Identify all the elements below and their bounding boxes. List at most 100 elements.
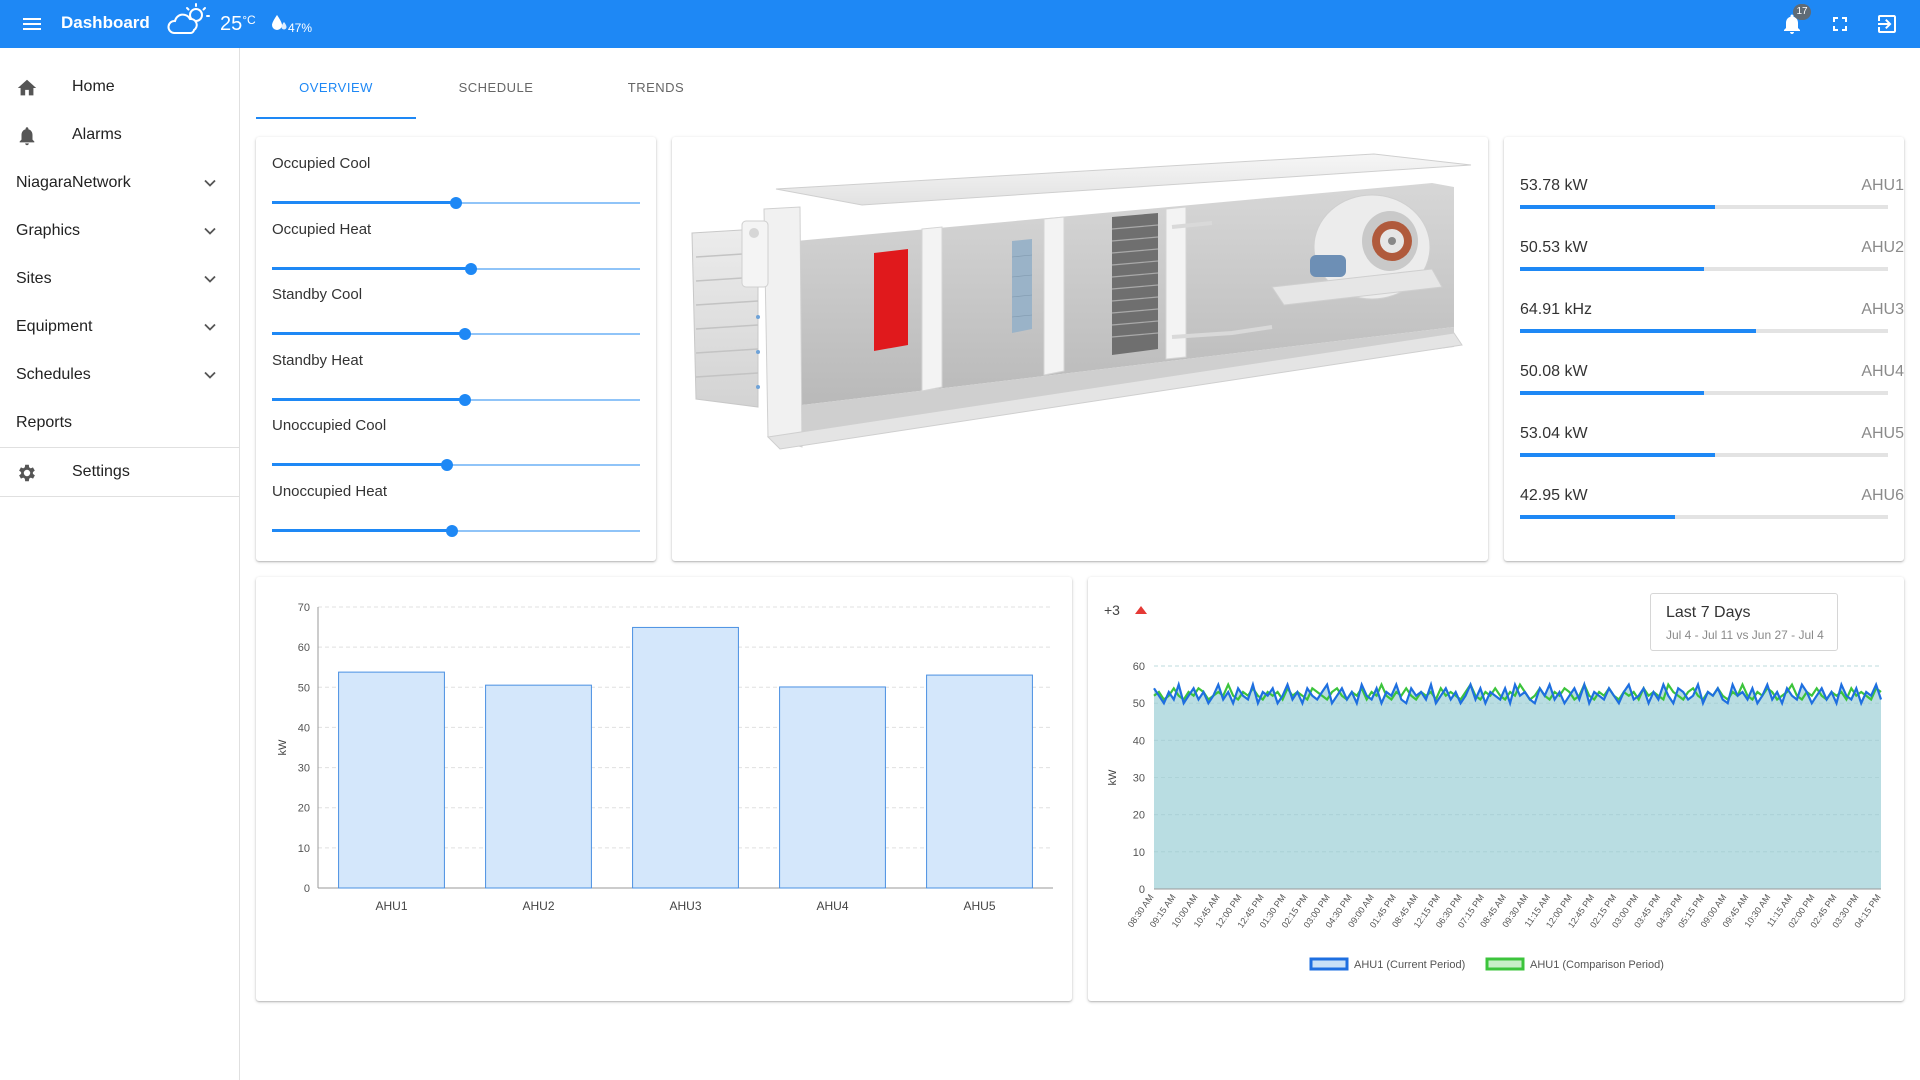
ahu-meter-fill — [1520, 391, 1704, 395]
logout-icon[interactable] — [1875, 12, 1899, 36]
ahu-meter: 53.78 kW AHU1 — [1520, 177, 1904, 227]
slider-thumb[interactable] — [440, 459, 453, 471]
setpoint-label: Occupied Heat — [272, 220, 372, 238]
ahu-meter: 50.53 kW AHU2 — [1520, 239, 1904, 289]
slider-thumb[interactable] — [459, 393, 472, 406]
sidebar-item-label: Sites — [16, 270, 52, 287]
tab-schedule[interactable]: SCHEDULE — [416, 80, 576, 110]
chevron-down-icon — [204, 371, 216, 379]
menu-icon[interactable] — [20, 12, 44, 36]
ahu-meter-name: AHU5 — [1861, 425, 1904, 442]
setpoint-slider[interactable] — [272, 392, 640, 408]
tab-overview[interactable]: OVERVIEW — [256, 80, 416, 110]
ahu-meter-fill — [1520, 205, 1716, 209]
home-icon — [17, 79, 37, 96]
ahu-meter-value: 53.04 kW — [1520, 425, 1588, 442]
fullscreen-icon[interactable] — [1828, 12, 1852, 36]
date-range-picker[interactable]: Last 7 Days Jul 4 - Jul 11 vs Jun 27 - J… — [1650, 593, 1838, 651]
ahu-meter-value: 42.95 kW — [1520, 487, 1588, 504]
partly-cloudy-icon — [167, 3, 210, 34]
sidebar-item-home[interactable]: Home — [0, 63, 240, 111]
slider-thumb[interactable] — [464, 262, 477, 275]
y-tick-label: 0 — [304, 883, 310, 895]
slider-track — [272, 528, 452, 532]
y-tick-label: 70 — [298, 602, 310, 614]
sidebar-item-label: Graphics — [16, 222, 81, 239]
y-tick-label: 50 — [298, 682, 310, 694]
slider-track — [272, 266, 471, 270]
sidebar-item-label: Home — [72, 78, 115, 95]
tab-indicator — [256, 117, 416, 119]
ahu-meter-bar — [1520, 391, 1888, 395]
x-tick-label: AHU1 — [375, 899, 407, 913]
slider-thumb[interactable] — [450, 197, 462, 209]
ahu-meter-bar — [1520, 453, 1888, 457]
setpoint-slider[interactable] — [272, 457, 640, 473]
setpoint-slider[interactable] — [272, 261, 640, 277]
ahu-meter: 42.95 kW AHU6 — [1520, 487, 1904, 537]
date-range-subtitle: Jul 4 - Jul 11 vs Jun 27 - Jul 4 — [1666, 628, 1824, 642]
slider-thumb[interactable] — [459, 328, 472, 340]
app-title: Dashboard — [61, 13, 150, 32]
ahu-meter: 64.91 kHz AHU3 — [1520, 301, 1904, 351]
x-tick-label: AHU3 — [669, 899, 701, 913]
chevron-down-icon — [204, 323, 216, 331]
x-tick-label: AHU2 — [522, 899, 554, 913]
setpoint-slider[interactable] — [272, 523, 640, 539]
ahu-meter-value: 53.78 kW — [1520, 177, 1588, 194]
notification-count-badge: 17 — [1793, 4, 1811, 20]
sidebar-item-label: NiagaraNetwork — [16, 174, 131, 191]
ahu-meter-bar — [1520, 329, 1888, 333]
ahu-bar-chart-card: 0 10 20 30 40 50 60 70 kW AHU1 AHU2 AHU3 AHU4 AHU5 — [256, 577, 1072, 1001]
ahu-meter-name: AHU6 — [1861, 487, 1904, 504]
y-tick-label: 50 — [1133, 698, 1145, 710]
triangle-up-icon — [1135, 606, 1147, 614]
slider-thumb[interactable] — [445, 524, 458, 537]
bar-ahu3[interactable] — [632, 626, 739, 889]
bar-ahu2[interactable] — [485, 684, 592, 889]
setpoint-label: Unoccupied Cool — [272, 417, 387, 434]
y-axis-label: kW — [1107, 769, 1119, 786]
sidebar-item-alarms[interactable]: Alarms — [0, 111, 240, 159]
sidebar-item-niagara-network[interactable]: NiagaraNetwork — [0, 159, 240, 207]
y-tick-label: 60 — [298, 642, 310, 654]
y-tick-label: 10 — [298, 843, 310, 855]
chevron-down-icon — [204, 275, 216, 283]
y-tick-label: 10 — [1133, 847, 1145, 859]
trend-delta: +3 — [1104, 602, 1120, 618]
setpoint-slider[interactable] — [272, 195, 640, 211]
slider-track — [272, 332, 466, 335]
setpoint-slider[interactable] — [272, 326, 640, 342]
ahu-meter-name: AHU1 — [1861, 177, 1904, 194]
humidity-icon — [272, 15, 287, 30]
y-tick-label: 40 — [1133, 735, 1145, 747]
setpoint-label: Standby Cool — [272, 286, 363, 303]
sidebar-item-schedules[interactable]: Schedules — [0, 351, 240, 399]
bar-ahu1[interactable] — [338, 671, 445, 889]
sidebar-item-reports[interactable]: Reports — [0, 399, 240, 447]
slider-track — [272, 201, 456, 204]
tab-trends[interactable]: TRENDS — [576, 80, 736, 110]
sidebar-item-sites[interactable]: Sites — [0, 255, 240, 303]
sidebar-item-settings[interactable]: Settings — [0, 448, 240, 496]
setpoint-label: Unoccupied Heat — [272, 482, 388, 500]
ahu-meter-bar — [1520, 205, 1888, 209]
air-handling-unit-illustration — [691, 153, 1472, 450]
temperature-unit: °C — [242, 13, 256, 27]
ahu-meter-fill — [1520, 329, 1756, 333]
ahu-meter-value: 50.53 kW — [1520, 239, 1588, 256]
sidebar-item-equipment[interactable]: Equipment — [0, 303, 240, 351]
sidebar-item-label: Reports — [16, 414, 73, 431]
y-tick-label: 30 — [1133, 773, 1145, 785]
sidebar-item-graphics[interactable]: Graphics — [0, 207, 240, 255]
chevron-down-icon — [204, 227, 216, 235]
y-tick-label: 30 — [298, 763, 310, 775]
legend-label: AHU1 (Comparison Period) — [1530, 959, 1664, 971]
y-tick-label: 0 — [1139, 884, 1145, 896]
bar-ahu5[interactable] — [926, 674, 1033, 889]
ahu-meter-fill — [1520, 267, 1704, 271]
ahu-meter-bar — [1520, 515, 1888, 519]
setpoints-card: Occupied Cool Occupied Heat Standby Cool St… — [256, 137, 656, 561]
bar-ahu4[interactable] — [779, 686, 886, 889]
ahu-meter-name: AHU2 — [1861, 239, 1904, 256]
